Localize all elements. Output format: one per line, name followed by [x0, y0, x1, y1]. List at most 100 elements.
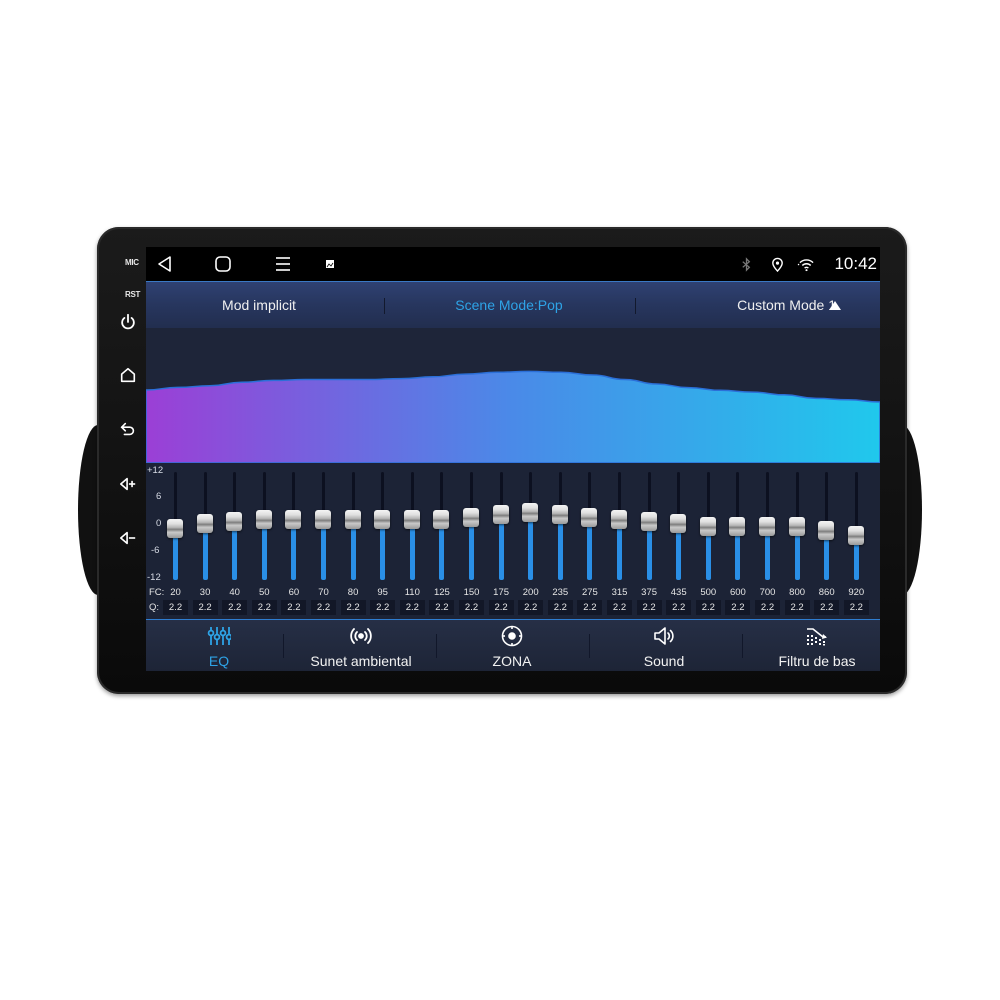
slider-thumb[interactable]	[315, 509, 331, 529]
band-q-value[interactable]: 2.2	[429, 600, 455, 615]
slider-thumb[interactable]	[759, 516, 775, 536]
surround-sound-icon	[349, 625, 373, 647]
tab-sound[interactable]: Sound	[591, 620, 737, 671]
rst-label[interactable]: RST	[125, 290, 140, 299]
slider-thumb[interactable]	[344, 509, 361, 529]
tab-zona[interactable]: ZONA	[439, 620, 585, 671]
slider-thumb[interactable]	[374, 509, 391, 529]
back-arrow-icon	[120, 422, 135, 436]
eq-band: 110 2.2	[398, 463, 427, 619]
band-q-value[interactable]: 2.2	[755, 600, 780, 615]
eq-band: 95 2.2	[368, 463, 397, 619]
slider-thumb[interactable]	[818, 521, 835, 540]
band-q-value[interactable]: 2.2	[607, 600, 632, 615]
band-q-value[interactable]: 2.2	[814, 600, 840, 615]
band-q-value[interactable]: 2.2	[251, 600, 277, 615]
power-button[interactable]	[117, 311, 139, 333]
tab-divider	[436, 634, 437, 658]
slider-thumb[interactable]	[847, 525, 864, 545]
band-q-value[interactable]: 2.2	[547, 600, 573, 615]
tab-divider	[283, 634, 284, 658]
mode-custom-1[interactable]: Custom Mode 1	[686, 282, 836, 328]
slider-thumb[interactable]	[463, 507, 479, 527]
band-q-value[interactable]: 2.2	[163, 600, 188, 615]
slider-thumb[interactable]	[729, 516, 746, 536]
tab-sunet-ambiental[interactable]: Sunet ambiental	[288, 620, 434, 671]
slider-thumb[interactable]	[611, 509, 627, 529]
band-q-value[interactable]: 2.2	[784, 600, 810, 615]
band-q-value[interactable]: 2.2	[488, 600, 514, 615]
band-q-value[interactable]: 2.2	[281, 600, 307, 615]
status-clock: 10:42	[834, 254, 877, 273]
band-q-value[interactable]: 2.2	[636, 600, 662, 615]
slider-thumb[interactable]	[167, 518, 183, 538]
zone-target-icon	[500, 625, 524, 647]
band-q-value[interactable]: 2.2	[459, 600, 484, 615]
eq-curve-graphic	[146, 370, 880, 463]
tab-label: Filtru de bas	[778, 653, 856, 669]
slider-thumb[interactable]	[285, 509, 302, 529]
band-q-value[interactable]: 2.2	[340, 600, 366, 615]
bottom-tab-bar: EQ Sunet ambiental ZONA Sound Filtru de …	[146, 619, 880, 671]
band-frequency: 235	[552, 587, 569, 598]
home-icon	[120, 367, 136, 383]
band-q-value[interactable]: 2.2	[370, 600, 396, 615]
slider-thumb[interactable]	[433, 509, 450, 529]
band-frequency: 30	[199, 587, 211, 598]
band-frequency: 80	[347, 587, 359, 598]
db-label-minus6: -6	[151, 545, 160, 556]
tab-label: Sunet ambiental	[310, 653, 412, 669]
slider-thumb[interactable]	[551, 505, 568, 525]
tab-eq[interactable]: EQ	[146, 620, 292, 671]
nav-home-button[interactable]	[212, 253, 234, 275]
band-q-value[interactable]: 2.2	[577, 600, 603, 615]
mode-divider	[384, 298, 385, 314]
slider-fill	[498, 514, 504, 580]
home-side-button[interactable]	[117, 364, 139, 386]
mode-default[interactable]: Mod implicit	[176, 282, 342, 328]
nav-back-button[interactable]	[154, 253, 176, 275]
eq-band: 860 2.2	[812, 463, 841, 619]
band-q-value[interactable]: 2.2	[518, 600, 544, 615]
slider-thumb[interactable]	[226, 512, 243, 531]
notification-image-button[interactable]	[319, 253, 341, 275]
mode-scene-pop[interactable]: Scene Mode:Pop	[426, 282, 592, 328]
band-q-value[interactable]: 2.2	[843, 600, 869, 615]
location-icon	[771, 257, 783, 272]
slider-thumb[interactable]	[699, 516, 716, 536]
band-q-value[interactable]: 2.2	[695, 600, 721, 615]
band-frequency: 275	[581, 587, 598, 598]
power-icon	[121, 313, 135, 330]
volume-down-button[interactable]	[117, 527, 139, 549]
slider-thumb[interactable]	[640, 512, 657, 531]
band-frequency: 375	[641, 587, 658, 598]
back-triangle-icon	[158, 256, 171, 272]
eq-band: 500 2.2	[694, 463, 723, 619]
eq-band: 800 2.2	[783, 463, 812, 619]
band-q-value[interactable]: 2.2	[311, 600, 336, 615]
band-q-value[interactable]: 2.2	[399, 600, 425, 615]
slider-thumb[interactable]	[403, 509, 420, 529]
volume-up-button[interactable]	[117, 473, 139, 495]
triangle-up-icon[interactable]	[829, 301, 841, 310]
band-q-value[interactable]: 2.2	[192, 600, 218, 615]
slider-thumb[interactable]	[581, 507, 598, 527]
db-label-minus12: -12	[147, 572, 161, 583]
slider-thumb[interactable]	[522, 503, 539, 522]
tab-label: ZONA	[492, 653, 532, 669]
slider-thumb[interactable]	[492, 505, 509, 525]
slider-thumb[interactable]	[255, 509, 272, 529]
back-side-button[interactable]	[117, 418, 139, 440]
tab-filtru-de-bas[interactable]: Filtru de bas	[744, 620, 880, 671]
bass-filter-icon	[805, 625, 829, 647]
band-q-value[interactable]: 2.2	[666, 600, 692, 615]
tab-label: Sound	[643, 653, 685, 669]
slider-thumb[interactable]	[670, 514, 687, 534]
band-q-value[interactable]: 2.2	[222, 600, 248, 615]
slider-thumb[interactable]	[196, 514, 213, 534]
eq-band: 235 2.2	[546, 463, 575, 619]
band-frequency: 60	[288, 587, 300, 598]
slider-thumb[interactable]	[788, 516, 805, 536]
band-q-value[interactable]: 2.2	[725, 600, 751, 615]
nav-menu-button[interactable]	[272, 253, 294, 275]
